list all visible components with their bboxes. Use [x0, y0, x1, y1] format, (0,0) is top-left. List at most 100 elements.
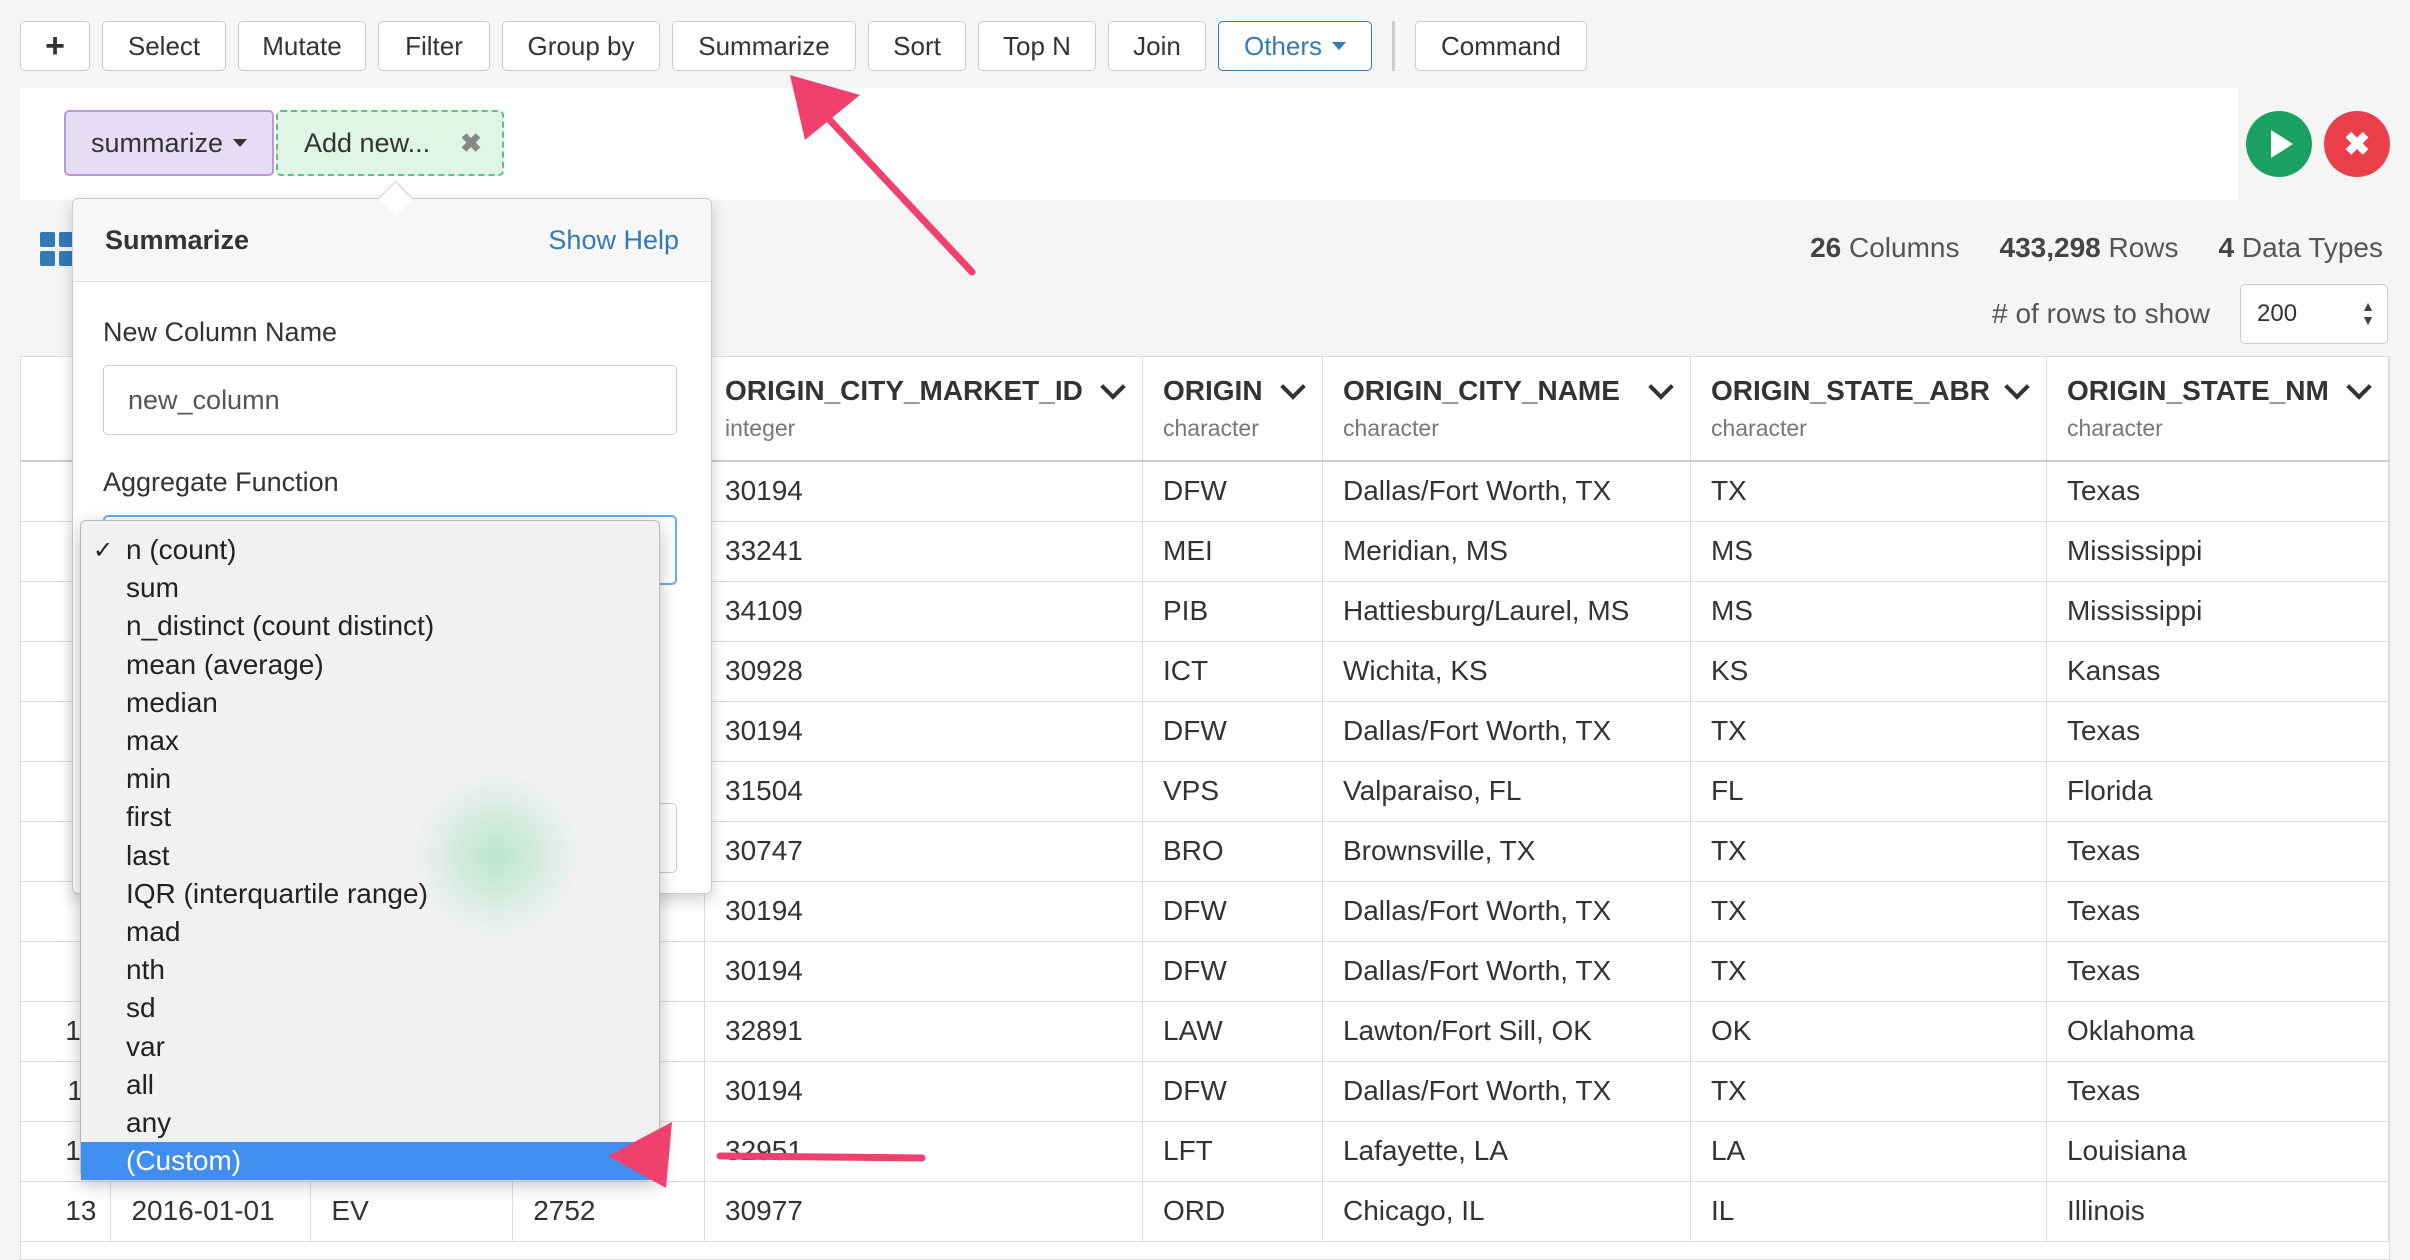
rows-to-show-select[interactable]: 200 ▲ ▼ — [2240, 284, 2388, 344]
table-cell: Hattiesburg/Laurel, MS — [1322, 581, 1691, 642]
table-cell: Texas — [2046, 461, 2389, 522]
toolbar-divider — [1392, 21, 1395, 71]
column-header[interactable]: ORIGIN_CITY_NAME character — [1322, 357, 1691, 462]
menu-option[interactable]: ✓ n (count) — [81, 531, 659, 569]
table-cell: Lafayette, LA — [1322, 1121, 1691, 1182]
table-cell: TX — [1690, 701, 2047, 762]
rows-to-show-control: # of rows to show 200 ▲ ▼ — [1992, 284, 2388, 344]
new-column-input[interactable]: new_column — [103, 365, 677, 435]
run-button[interactable] — [2246, 111, 2312, 177]
top-n-button[interactable]: Top N — [978, 21, 1096, 71]
column-header[interactable]: ORIGIN_CITY_MARKET_ID integer — [704, 357, 1143, 462]
add-new-label: Add new... — [304, 127, 431, 158]
table-cell: Texas — [2046, 881, 2389, 942]
menu-option[interactable]: IQR (interquartile range) — [81, 875, 659, 913]
menu-option[interactable]: mean (average) — [81, 646, 659, 684]
table-cell: Mississippi — [2046, 521, 2389, 582]
menu-option-label: first — [126, 801, 172, 833]
show-help-link[interactable]: Show Help — [548, 225, 679, 256]
sort-button[interactable]: Sort — [868, 21, 966, 71]
add-new-token[interactable]: Add new... ✖ — [276, 110, 504, 176]
menu-option[interactable]: all — [81, 1066, 659, 1104]
table-cell: Valparaiso, FL — [1322, 761, 1691, 822]
table-cell: 30194 — [704, 701, 1143, 762]
menu-option[interactable]: var — [81, 1027, 659, 1065]
menu-option[interactable]: any — [81, 1104, 659, 1142]
table-cell: Kansas — [2046, 641, 2389, 702]
table-cell: Mississippi — [2046, 581, 2389, 642]
menu-option[interactable]: n_distinct (count distinct) — [81, 607, 659, 645]
chevron-down-icon[interactable] — [1280, 374, 1306, 400]
menu-option-label: mean (average) — [126, 648, 324, 680]
table-cell: Oklahoma — [2046, 1001, 2389, 1062]
table-cell: 30928 — [704, 641, 1143, 702]
table-cell: 32951 — [704, 1121, 1143, 1182]
table-cell: IL — [1690, 1181, 2047, 1242]
chevron-down-icon[interactable] — [2346, 374, 2372, 400]
join-button[interactable]: Join — [1108, 21, 1206, 71]
menu-option-label: n_distinct (count distinct) — [126, 610, 435, 642]
menu-option[interactable]: min — [81, 760, 659, 798]
table-cell: PIB — [1142, 581, 1323, 642]
select-button[interactable]: Select — [102, 21, 226, 71]
command-button[interactable]: Command — [1415, 21, 1587, 71]
table-cell: ICT — [1142, 641, 1323, 702]
table-cell: Dallas/Fort Worth, TX — [1322, 461, 1691, 522]
table-cell: Wichita, KS — [1322, 641, 1691, 702]
menu-option-label: median — [126, 686, 218, 718]
table-cell: 13 — [21, 1181, 112, 1242]
grid-view-icon[interactable] — [40, 232, 74, 266]
rows-to-show-label: # of rows to show — [1992, 298, 2210, 329]
table-cell: 31504 — [704, 761, 1143, 822]
menu-option[interactable]: (Custom) — [81, 1142, 659, 1181]
chevron-down-icon[interactable] — [1648, 374, 1674, 400]
toolbar: + Select Mutate Filter Group by Summariz… — [20, 20, 1587, 72]
group-by-button[interactable]: Group by — [502, 21, 660, 71]
table-cell: 2752 — [512, 1181, 706, 1242]
menu-option[interactable]: sd — [81, 989, 659, 1027]
menu-option[interactable]: last — [81, 837, 659, 875]
filter-button[interactable]: Filter — [378, 21, 490, 71]
table-cell: Illinois — [2046, 1181, 2389, 1242]
chevron-down-icon[interactable] — [2004, 374, 2030, 400]
menu-option-label: sd — [126, 992, 156, 1024]
add-step-button[interactable]: + — [20, 21, 90, 71]
table-cell: Brownsville, TX — [1322, 821, 1691, 882]
summarize-button[interactable]: Summarize — [672, 21, 856, 71]
play-icon — [2271, 130, 2293, 158]
table-cell: MS — [1690, 521, 2047, 582]
columns-stat: 26 Columns — [1810, 232, 1960, 263]
table-row: 13 2016-01-01 EV 2752 30977 ORD Chicago, IL IL I… — [21, 1181, 2389, 1242]
rows-to-show-value: 200 — [2257, 300, 2298, 327]
table-cell: 34109 — [704, 581, 1143, 642]
column-header[interactable]: ORIGIN character — [1142, 357, 1323, 462]
menu-option[interactable]: nth — [81, 951, 659, 989]
menu-option[interactable]: max — [81, 722, 659, 760]
close-icon: ✖ — [2343, 126, 2371, 162]
menu-option[interactable]: mad — [81, 913, 659, 951]
remove-icon[interactable]: ✖ — [460, 128, 482, 159]
table-cell: OK — [1690, 1001, 2047, 1062]
table-cell: DFW — [1142, 701, 1323, 762]
menu-option-label: all — [126, 1068, 155, 1100]
table-cell: 30194 — [704, 941, 1143, 1002]
aggregate-function-menu: ✓ n (count) sum n_distinct (count distinct)… — [80, 520, 660, 1181]
chevron-down-icon[interactable] — [1100, 374, 1126, 400]
summarize-token[interactable]: summarize — [64, 110, 274, 176]
menu-option-label: (Custom) — [126, 1145, 242, 1177]
table-cell: MEI — [1142, 521, 1323, 582]
aggregate-function-label: Aggregate Function — [103, 467, 339, 497]
column-header[interactable]: ORIGIN_STATE_ABR character — [1690, 357, 2047, 462]
cancel-button[interactable]: ✖ — [2324, 111, 2390, 177]
menu-option[interactable]: first — [81, 798, 659, 836]
others-dropdown[interactable]: Others — [1218, 21, 1372, 71]
menu-option[interactable]: sum — [81, 569, 659, 607]
menu-option[interactable]: median — [81, 684, 659, 722]
column-header[interactable]: ORIGIN_STATE_NM character — [2046, 357, 2389, 462]
table-cell: Dallas/Fort Worth, TX — [1322, 701, 1691, 762]
mutate-button[interactable]: Mutate — [238, 21, 366, 71]
caret-down-icon — [1332, 42, 1347, 50]
table-cell: Lawton/Fort Sill, OK — [1322, 1001, 1691, 1062]
menu-option-label: max — [126, 725, 179, 757]
table-cell: DFW — [1142, 881, 1323, 942]
